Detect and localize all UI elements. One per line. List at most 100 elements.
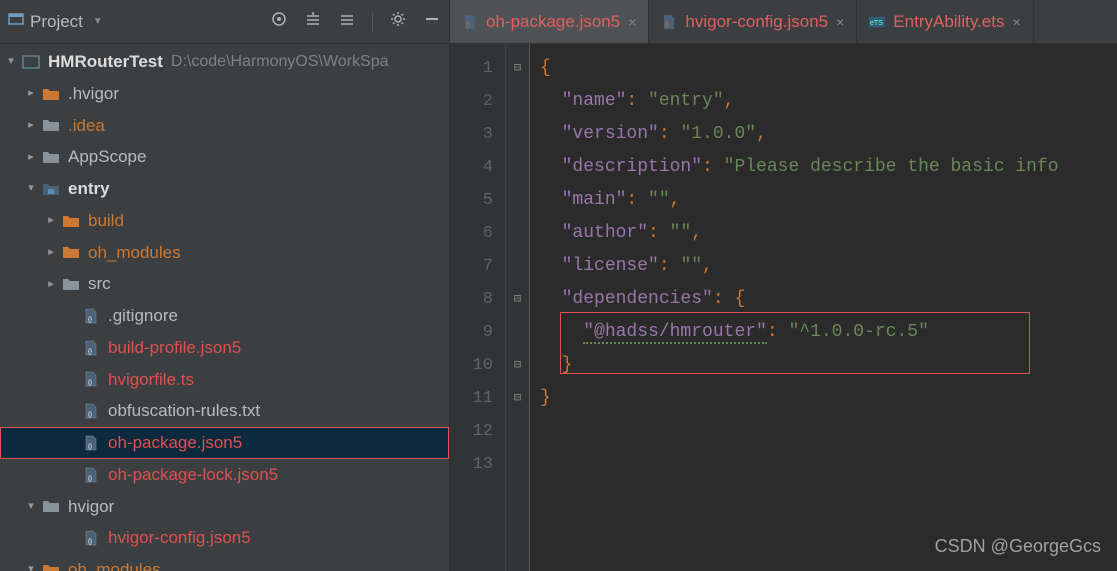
item-label: entry bbox=[68, 174, 110, 204]
code-line-3[interactable]: "version": "1.0.0", bbox=[540, 118, 1117, 151]
project-icon bbox=[8, 11, 24, 32]
tab-label: hvigor-config.json5 bbox=[685, 12, 828, 32]
file-icon: {} bbox=[82, 435, 100, 451]
folder-grey-icon bbox=[42, 149, 60, 165]
chevron-right-icon[interactable]: ▸ bbox=[24, 148, 38, 167]
fold-gutter: ⊟ ⊟ ⊟⊟ bbox=[506, 44, 530, 571]
tree-item-hvigorfile-ts[interactable]: {}hvigorfile.ts bbox=[0, 364, 449, 396]
tab-hvigor-config-json5[interactable]: {} hvigor-config.json5 × bbox=[649, 0, 857, 43]
tree-item--gitignore[interactable]: {}.gitignore bbox=[0, 300, 449, 332]
code-line-11[interactable]: } bbox=[540, 382, 1117, 415]
close-icon[interactable]: × bbox=[836, 14, 844, 30]
watermark: CSDN @GeorgeGcs bbox=[935, 536, 1101, 557]
close-icon[interactable]: × bbox=[628, 14, 636, 30]
svg-text:{}: {} bbox=[88, 412, 92, 418]
chevron-right-icon[interactable]: ▸ bbox=[44, 275, 58, 294]
code-content[interactable]: { "name": "entry", "version": "1.0.0", "… bbox=[530, 44, 1117, 571]
fold-icon bbox=[506, 184, 529, 217]
chevron-down-icon[interactable]: ▾ bbox=[24, 497, 38, 516]
code-line-2[interactable]: "name": "entry", bbox=[540, 85, 1117, 118]
folder-grey-icon bbox=[62, 276, 80, 292]
tab-label: EntryAbility.ets bbox=[893, 12, 1004, 32]
tree-item-entry[interactable]: ▾ entry bbox=[0, 173, 449, 205]
fold-icon[interactable]: ⊟ bbox=[506, 52, 529, 85]
code-line-8[interactable]: "dependencies": { bbox=[540, 283, 1117, 316]
file-ts-icon: {} bbox=[82, 371, 100, 387]
code-line-9[interactable]: "@hadss/hmrouter": "^1.0.0-rc.5" bbox=[540, 316, 1117, 349]
module-icon bbox=[22, 54, 40, 70]
item-label: .hvigor bbox=[68, 79, 119, 109]
editor-area: {}oh-package.json5×{}hvigor-config.json5… bbox=[450, 0, 1117, 571]
item-label: build bbox=[88, 206, 124, 236]
fold-icon bbox=[506, 118, 529, 151]
close-icon[interactable]: × bbox=[1012, 14, 1020, 30]
file-icon: {} bbox=[82, 530, 100, 546]
folder-orange-icon bbox=[62, 244, 80, 260]
project-view-label: Project bbox=[30, 12, 83, 32]
sidebar-header: Project ▼ bbox=[0, 0, 449, 44]
fold-icon[interactable]: ⊟ bbox=[506, 349, 529, 382]
chevron-right-icon[interactable]: ▸ bbox=[24, 116, 38, 135]
file-icon: {} bbox=[82, 308, 100, 324]
code-line-6[interactable]: "author": "", bbox=[540, 217, 1117, 250]
code-line-7[interactable]: "license": "", bbox=[540, 250, 1117, 283]
tree-item-obfuscation-rules-txt[interactable]: {}obfuscation-rules.txt bbox=[0, 395, 449, 427]
svg-text:{}: {} bbox=[88, 539, 92, 545]
tab-entryability-ets[interactable]: eTS EntryAbility.ets × bbox=[857, 0, 1033, 43]
tree-item-hvigor[interactable]: ▾hvigor bbox=[0, 491, 449, 523]
tree-item-build-profile-json5[interactable]: {}build-profile.json5 bbox=[0, 332, 449, 364]
file-icon: {} bbox=[661, 14, 677, 30]
tree-root[interactable]: ▾ HMRouterTest D:\code\HarmonyOS\WorkSpa bbox=[0, 46, 449, 78]
fold-icon[interactable]: ⊟ bbox=[506, 382, 529, 415]
collapse-all-icon[interactable] bbox=[338, 10, 356, 33]
item-label: oh-package.json5 bbox=[108, 428, 242, 458]
folder-orange-icon bbox=[62, 213, 80, 229]
tree-item--hvigor[interactable]: ▸ .hvigor bbox=[0, 78, 449, 110]
expand-all-icon[interactable] bbox=[304, 10, 322, 33]
tab-oh-package-json5[interactable]: {}oh-package.json5× bbox=[450, 0, 649, 43]
gear-icon[interactable] bbox=[389, 10, 407, 33]
code-line-1[interactable]: { bbox=[540, 52, 1117, 85]
fold-icon bbox=[506, 250, 529, 283]
root-name: HMRouterTest bbox=[48, 47, 163, 77]
item-label: oh-package-lock.json5 bbox=[108, 460, 278, 490]
line-gutter: 12345678910111213 bbox=[450, 44, 506, 571]
minimize-icon[interactable] bbox=[423, 10, 441, 33]
chevron-down-icon: ▼ bbox=[93, 16, 103, 27]
chevron-down-icon[interactable]: ▾ bbox=[24, 560, 38, 571]
code-line-5[interactable]: "main": "", bbox=[540, 184, 1117, 217]
svg-text:{}: {} bbox=[466, 22, 470, 28]
fold-icon bbox=[506, 448, 529, 481]
chevron-down-icon[interactable]: ▾ bbox=[4, 52, 18, 71]
svg-text:{}: {} bbox=[88, 349, 92, 355]
project-tree[interactable]: ▾ HMRouterTest D:\code\HarmonyOS\WorkSpa… bbox=[0, 44, 449, 571]
folder-orange-icon bbox=[42, 562, 60, 571]
tree-item--idea[interactable]: ▸.idea bbox=[0, 110, 449, 142]
chevron-right-icon[interactable]: ▸ bbox=[44, 211, 58, 230]
tree-item-oh-modules[interactable]: ▾oh_modules bbox=[0, 554, 449, 571]
svg-text:{}: {} bbox=[665, 22, 669, 28]
folder-grey-icon bbox=[42, 117, 60, 133]
fold-icon bbox=[506, 151, 529, 184]
tree-item-hvigor-config-json5[interactable]: {}hvigor-config.json5 bbox=[0, 522, 449, 554]
project-view-selector[interactable]: Project ▼ bbox=[8, 11, 270, 32]
tree-item-build[interactable]: ▸ build bbox=[0, 205, 449, 237]
code-line-10[interactable]: } bbox=[540, 349, 1117, 382]
fold-icon[interactable]: ⊟ bbox=[506, 283, 529, 316]
tree-item-appscope[interactable]: ▸AppScope bbox=[0, 141, 449, 173]
code-line-4[interactable]: "description": "Please describe the basi… bbox=[540, 151, 1117, 184]
chevron-right-icon[interactable]: ▸ bbox=[24, 84, 38, 103]
chevron-right-icon[interactable]: ▸ bbox=[44, 243, 58, 262]
folder-orange-icon bbox=[42, 86, 60, 102]
svg-text:{}: {} bbox=[88, 476, 92, 482]
tab-bar: {}oh-package.json5×{}hvigor-config.json5… bbox=[450, 0, 1117, 44]
chevron-down-icon[interactable]: ▾ bbox=[24, 179, 38, 198]
locate-icon[interactable] bbox=[270, 10, 288, 33]
tree-item-src[interactable]: ▸src bbox=[0, 268, 449, 300]
svg-text:eTS: eTS bbox=[870, 20, 883, 27]
code-editor[interactable]: 12345678910111213 ⊟ ⊟ ⊟⊟ { "name": "entr… bbox=[450, 44, 1117, 571]
module-icon bbox=[42, 181, 60, 197]
tree-item-oh-package-json5[interactable]: {} oh-package.json5 bbox=[0, 427, 449, 459]
tree-item-oh-modules[interactable]: ▸oh_modules bbox=[0, 237, 449, 269]
tree-item-oh-package-lock-json5[interactable]: {} oh-package-lock.json5 bbox=[0, 459, 449, 491]
